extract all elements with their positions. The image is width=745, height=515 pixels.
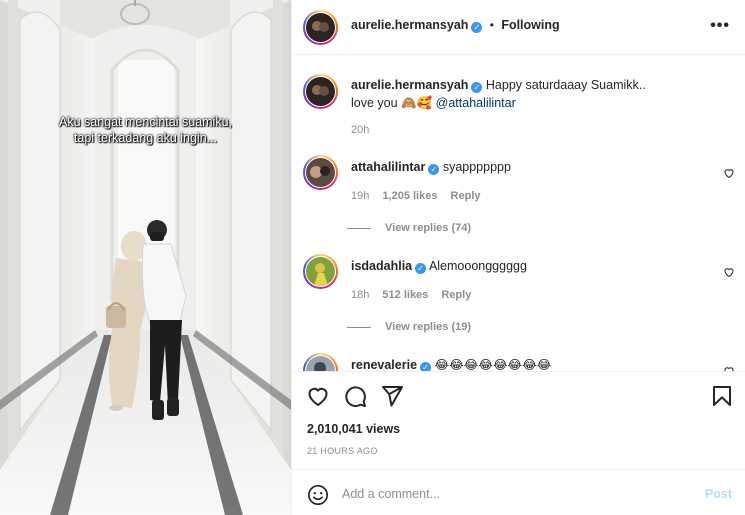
comment-likes[interactable]: 512 likes [382, 289, 428, 301]
heart-icon[interactable] [306, 384, 330, 408]
verified-badge-icon: ✓ [415, 263, 427, 274]
comment-like-heart-icon[interactable] [723, 167, 735, 179]
comments-list[interactable]: aurelie.hermansyah ✓ Happy saturdaaay Sua… [292, 56, 745, 371]
author-avatar[interactable] [306, 13, 335, 42]
caption-mention-link[interactable]: @attahalilintar [436, 96, 516, 110]
comment-avatar[interactable] [306, 158, 335, 187]
verified-badge-icon: ✓ [471, 82, 483, 93]
comment-avatar-ring[interactable] [303, 155, 338, 190]
caption-text: Happy saturdaaay Suamikk.. [485, 78, 646, 92]
comment-item: isdadahlia ✓ Alemooongggggg 18h 512 likes… [303, 254, 735, 344]
verified-badge-icon: ✓ [420, 362, 432, 371]
post-details-panel: aurelie.hermansyah ✓ • Following ••• aure… [291, 0, 745, 515]
comment-input[interactable] [342, 482, 682, 506]
comment-username[interactable]: isdadahlia [351, 259, 412, 273]
video-frame-illustration [0, 0, 291, 515]
comment-like-heart-icon[interactable] [723, 266, 735, 278]
post-comment-button[interactable]: Post [705, 487, 732, 501]
caption-avatar-ring[interactable] [303, 74, 338, 109]
view-replies-button[interactable]: View replies (74) [347, 222, 471, 234]
post-caption: aurelie.hermansyah ✓ Happy saturdaaay Sua… [303, 74, 733, 144]
caption-text-line-2: love you 🙈🥰 [351, 96, 433, 110]
views-count[interactable]: 2,010,041 views [307, 422, 400, 436]
following-button[interactable]: Following [501, 18, 559, 32]
more-horizontal-icon[interactable]: ••• [710, 17, 730, 35]
reply-button[interactable]: Reply [441, 289, 471, 301]
verified-badge-icon: ✓ [428, 164, 440, 175]
video-text-line-1: Aku sangat mencintai suamiku, [58, 115, 232, 129]
video-text-overlay: Aku sangat mencintai suamiku, tapi terka… [0, 114, 291, 146]
smiley-icon[interactable] [307, 484, 329, 506]
comment-item: renevalerie ✓ 😂😂😂😂😂😂😂😂 [303, 353, 734, 371]
header-username[interactable]: aurelie.hermansyah [351, 18, 468, 32]
add-comment-bar: Post [292, 469, 745, 515]
comment-avatar-ring[interactable] [303, 353, 338, 371]
paper-plane-icon[interactable] [380, 384, 404, 408]
comment-time[interactable]: 18h [351, 289, 369, 301]
author-avatar-ring[interactable] [303, 10, 338, 45]
comment-text: 😂😂😂😂😂😂😂😂 [434, 358, 552, 371]
comment-item: attahalilintar ✓ syappppppp 19h 1,205 lik… [303, 155, 735, 245]
comment-avatar-ring[interactable] [303, 254, 338, 289]
header-separator: • [489, 18, 494, 32]
caption-username[interactable]: aurelie.hermansyah [351, 78, 468, 92]
post-video[interactable]: Aku sangat mencintai suamiku, tapi terka… [0, 0, 291, 515]
caption-avatar[interactable] [306, 77, 335, 106]
comment-icon[interactable] [343, 384, 367, 408]
view-replies-button[interactable]: View replies (19) [347, 321, 471, 333]
post-actions: 2,010,041 views 21 HOURS AGO [292, 371, 745, 469]
caption-time[interactable]: 20h [351, 124, 369, 136]
comment-avatar[interactable] [306, 257, 335, 286]
comment-username[interactable]: attahalilintar [351, 160, 425, 174]
verified-badge-icon: ✓ [471, 22, 483, 33]
comment-username[interactable]: renevalerie [351, 358, 417, 371]
comment-likes[interactable]: 1,205 likes [382, 190, 437, 202]
video-text-line-2: tapi terkadang aku ingin... [73, 131, 218, 145]
bookmark-icon[interactable] [710, 384, 734, 408]
comment-text: syappppppp [442, 160, 511, 174]
instagram-post-modal: Aku sangat mencintai suamiku, tapi terka… [0, 0, 745, 515]
comment-text: Alemooongggggg [428, 259, 527, 273]
post-header: aurelie.hermansyah ✓ • Following ••• [292, 0, 745, 55]
post-timestamp[interactable]: 21 HOURS AGO [307, 446, 378, 456]
reply-button[interactable]: Reply [451, 190, 481, 202]
comment-time[interactable]: 19h [351, 190, 369, 202]
